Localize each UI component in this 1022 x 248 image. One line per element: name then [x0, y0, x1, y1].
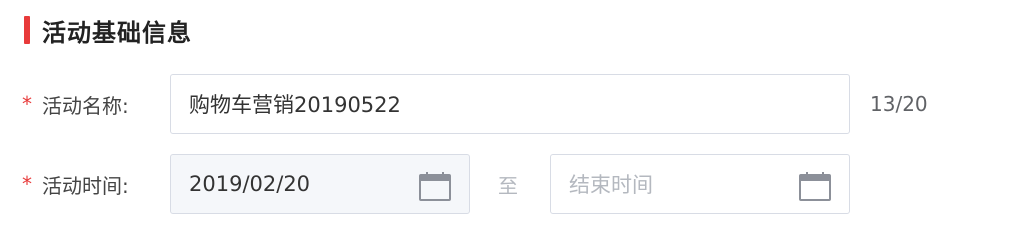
section-title: 活动基础信息 — [42, 18, 192, 47]
start-date-value: 2019/02/20 — [189, 172, 311, 196]
activity-basic-info-form: 活动基础信息 * 活动名称: 购物车营销20190522 13/20 * 活动时… — [0, 0, 1022, 248]
activity-time-label: * 活动时间: — [22, 170, 129, 199]
activity-name-label-text: 活动名称: — [42, 93, 129, 118]
activity-time-label-text: 活动时间: — [42, 173, 129, 198]
calendar-icon[interactable] — [799, 171, 831, 201]
activity-name-label: * 活动名称: — [22, 90, 129, 119]
activity-name-row: * 活动名称: 购物车营销20190522 13/20 — [0, 74, 1022, 134]
start-date-input[interactable]: 2019/02/20 — [170, 154, 470, 214]
activity-name-char-count: 13/20 — [870, 92, 928, 116]
end-date-placeholder: 结束时间 — [569, 173, 653, 197]
section-accent-bar — [24, 16, 30, 44]
end-date-input[interactable]: 结束时间 — [550, 154, 850, 214]
required-mark: * — [22, 172, 32, 196]
activity-name-input[interactable]: 购物车营销20190522 — [170, 74, 850, 134]
section-header: 活动基础信息 — [24, 12, 192, 48]
required-mark: * — [22, 92, 32, 116]
activity-time-row: * 活动时间: 2019/02/20 至 结束时间 — [0, 154, 1022, 214]
activity-name-value: 购物车营销20190522 — [189, 93, 401, 117]
calendar-icon[interactable] — [419, 171, 451, 201]
date-range-separator: 至 — [498, 173, 518, 198]
